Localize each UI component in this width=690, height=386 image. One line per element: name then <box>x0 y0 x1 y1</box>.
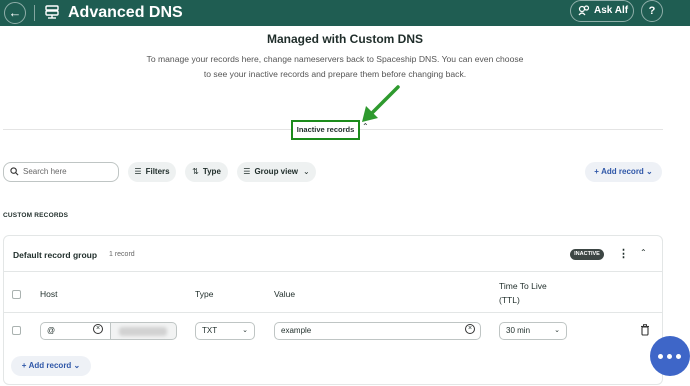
add-record-button[interactable]: + Add record ⌄ <box>585 162 662 182</box>
sliders-icon: ☰ <box>134 167 142 176</box>
clear-icon[interactable]: × <box>93 324 103 334</box>
redacted-domain <box>119 327 167 336</box>
filters-label: Filters <box>145 167 170 176</box>
chevron-down-icon: ⌄ <box>303 167 310 176</box>
header-divider <box>34 5 35 21</box>
search-icon <box>10 167 19 176</box>
status-badge: INACTIVE <box>570 249 604 260</box>
column-value: Value <box>274 289 296 299</box>
dns-server-icon <box>45 5 59 19</box>
plus-icon: + <box>21 361 27 370</box>
chevron-down-icon: ⌄ <box>554 327 560 334</box>
ttl-select-value: 30 min <box>506 326 531 335</box>
search-input[interactable]: Search here <box>3 162 119 182</box>
chat-dot <box>667 354 672 359</box>
type-select-value: TXT <box>202 326 218 335</box>
ttl-select[interactable]: 30 min ⌄ <box>499 322 567 340</box>
value-input[interactable]: example <box>274 322 481 340</box>
column-host: Host <box>40 289 58 299</box>
card-divider <box>4 271 662 272</box>
page-title: Advanced DNS <box>68 4 183 21</box>
inactive-records-toggle[interactable]: Inactive records <box>291 120 360 140</box>
add-record-label: Add record <box>601 167 644 176</box>
group-view-label: Group view <box>254 167 299 176</box>
group-record-count: 1 record <box>109 251 135 258</box>
filters-button[interactable]: ☰ Filters <box>128 162 176 182</box>
chat-widget-button[interactable] <box>650 336 690 376</box>
host-domain-suffix <box>111 322 177 340</box>
assistant-icon <box>578 5 590 16</box>
list-icon: ☰ <box>243 167 251 176</box>
chat-dot <box>658 354 663 359</box>
question-circle-icon: ? <box>648 5 656 17</box>
sort-arrows-icon: ⇅ <box>192 167 199 176</box>
type-select[interactable]: TXT ⌄ <box>195 322 255 340</box>
back-button[interactable]: ← <box>4 2 26 24</box>
record-group-card: Default record group 1 record INACTIVE ⋮… <box>3 235 663 385</box>
select-all-checkbox[interactable] <box>12 290 21 299</box>
row-checkbox[interactable] <box>12 326 21 335</box>
help-button[interactable]: ? <box>641 0 663 22</box>
group-name: Default record group <box>13 250 98 260</box>
type-sort-button[interactable]: ⇅ Type <box>185 162 228 182</box>
managed-description: To manage your records here, change name… <box>146 54 524 79</box>
arrow-left-icon: ← <box>8 5 22 20</box>
add-record-group-button[interactable]: + Add record ⌄ <box>11 356 91 376</box>
green-arrow-icon <box>362 85 400 122</box>
clear-icon[interactable]: × <box>465 324 475 334</box>
column-ttl: Time To Live <box>499 281 547 291</box>
column-ttl-unit: (TTL) <box>499 295 520 305</box>
column-type: Type <box>195 289 214 299</box>
managed-title: Managed with Custom DNS <box>266 32 423 46</box>
card-divider <box>4 312 662 313</box>
trash-icon[interactable] <box>640 324 650 336</box>
chevron-down-icon: ⌄ <box>242 327 248 334</box>
add-record-label: Add record <box>28 361 72 370</box>
ask-alf-button[interactable]: Ask Alf <box>570 0 634 22</box>
chat-dot <box>676 354 681 359</box>
chevron-down-icon: ⌄ <box>646 167 653 176</box>
chevron-up-icon[interactable]: ⌃ <box>640 248 647 257</box>
ask-alf-label: Ask Alf <box>594 5 629 16</box>
plus-icon: + <box>594 167 599 176</box>
custom-records-heading: CUSTOM RECORDS <box>3 212 69 219</box>
type-label: Type <box>202 167 221 176</box>
top-bar: ← Advanced DNS Ask Alf ? <box>0 0 690 26</box>
more-options-icon[interactable]: ⋮ <box>618 247 629 260</box>
search-placeholder: Search here <box>23 167 67 176</box>
chevron-down-icon: ⌄ <box>73 361 81 370</box>
group-view-dropdown[interactable]: ☰ Group view ⌄ <box>237 162 316 182</box>
